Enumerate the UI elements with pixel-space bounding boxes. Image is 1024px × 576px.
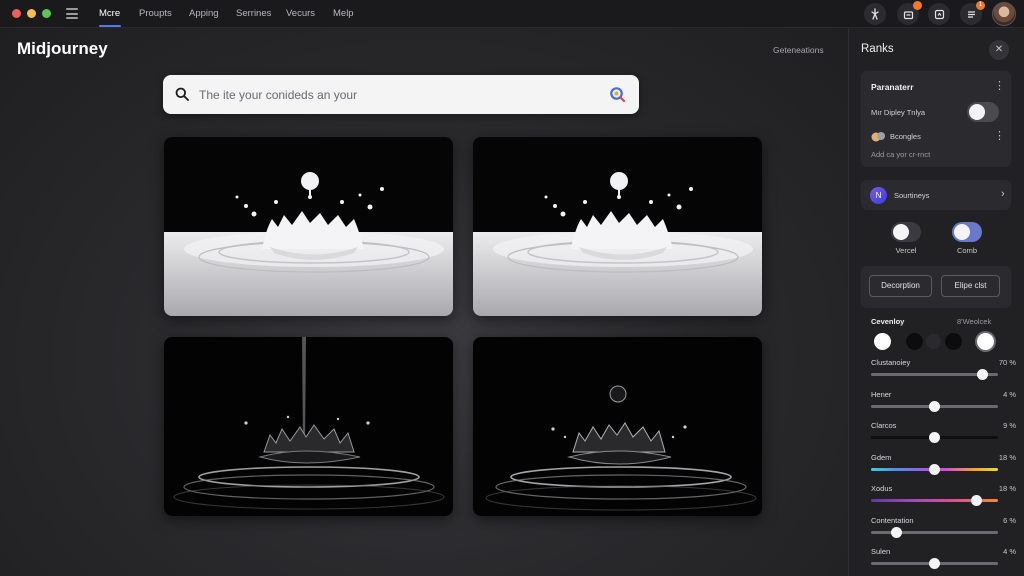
description-button[interactable]: Decorption [869,275,932,297]
avatar[interactable] [992,2,1016,26]
sources-label: Sourtineys [894,191,930,200]
tasks-badge: 1 [976,1,985,10]
image-tile-3[interactable] [164,337,453,516]
maximize-window-button[interactable] [42,9,51,18]
slider-label: Xodus [871,484,893,493]
active-tab-indicator [99,25,121,27]
slider-value: 4 % [1003,389,1016,399]
nav-item-2[interactable]: Apping [189,0,219,28]
search-icon [175,87,189,101]
nav-item-5[interactable]: Melp [333,0,354,28]
parameters-card: Paranaterr ⋮ Mır Dipley Tnlya Bcongles ⋮… [861,71,1011,167]
swatch-2[interactable] [906,333,923,350]
close-icon[interactable]: ✕ [989,40,1009,60]
minimize-window-button[interactable] [27,9,36,18]
close-window-button[interactable] [12,9,21,18]
slider-track[interactable] [871,432,998,443]
panel-title: Ranks [861,43,894,55]
slider-label: Sulen [871,547,891,556]
display-toggle[interactable] [967,102,999,122]
slider-thumb[interactable] [890,526,902,538]
swatch-3[interactable] [926,334,941,349]
color-section-title: Cevenloy [871,317,905,326]
slider-thumb[interactable] [970,495,982,506]
parameters-title: Paranaterr [871,82,914,92]
top-bar: Mcre Proupts Apping Serrines Vecurs Melp… [0,0,1024,28]
slider-label: Clarcos [871,421,897,430]
action-card: Decorption Elipe clst [861,266,1011,308]
search-input[interactable] [199,86,599,104]
sources-icon: N [870,187,887,204]
slider-value: 4 % [1003,547,1016,556]
bangles-label[interactable]: Bcongles [890,132,921,141]
slider-track[interactable] [871,558,998,569]
slider-thumb[interactable] [929,463,940,475]
generations-link[interactable]: Geteneations [773,45,824,55]
search-bar[interactable] [163,75,639,114]
tool-icon[interactable] [864,3,886,25]
slider-value: 6 % [1003,515,1016,525]
more-icon[interactable]: ⋮ [994,81,1005,92]
slider-track[interactable] [871,495,998,506]
slider-label: Gdem [871,452,892,462]
mode-label-vercel: Vercel [895,246,917,255]
mode-toggle-vercel[interactable] [891,222,921,242]
slider-value: 18 % [998,452,1016,462]
image-tile-4[interactable] [473,337,762,516]
mode-toggle-comb[interactable] [952,222,982,242]
slider-thumb[interactable] [929,558,940,569]
share-icon[interactable] [928,3,950,25]
right-panel: Ranks ✕ Paranaterr ⋮ Mır Dipley Tnlya Bc… [848,28,1024,576]
slider-track[interactable] [871,369,998,380]
mode-label-comb: Comb [956,246,977,255]
slider-track[interactable] [871,526,998,538]
ellipse-button[interactable]: Elipe clst [941,275,1000,297]
slider-label: Hener [871,389,892,399]
slider-label: Clustanoiey [871,358,911,367]
slider-track[interactable] [871,463,998,475]
slider-label: Contentation [871,515,914,525]
brand-title: Midjourney [17,39,108,58]
item-more-icon[interactable]: ⋮ [994,131,1005,142]
swatch-5[interactable] [977,333,994,350]
slider-value: 70 % [998,358,1016,367]
swatch-1[interactable] [874,333,891,350]
slider-track[interactable] [871,400,998,412]
nav-item-3[interactable]: Serrines [236,0,271,28]
nav-item-4[interactable]: Vecurs [286,0,315,28]
notification-icon[interactable] [897,1,922,25]
menu-icon[interactable] [66,8,78,19]
item-sub-label: Add ca yor cr-rnct [871,150,931,159]
swatch-4[interactable] [945,333,962,350]
tasks-icon[interactable]: 1 [960,1,985,25]
slider-value: 9 % [1003,421,1016,430]
bangles-icon [871,130,886,142]
main-area: Midjourney Geteneations [0,28,848,576]
slider-thumb[interactable] [929,400,940,412]
slider-value: 18 % [998,484,1016,493]
color-section-right: 8'Weolcek [957,317,992,326]
image-tile-1[interactable] [164,137,453,316]
nav-item-0[interactable]: Mcre [99,0,120,28]
notification-badge [913,1,922,10]
chevron-right-icon: › [1001,188,1005,200]
nav-item-1[interactable]: Proupts [139,0,172,28]
lens-icon[interactable] [609,86,626,103]
slider-thumb[interactable] [977,369,989,380]
sources-card[interactable]: N Sourtineys › [861,180,1011,210]
image-tile-2[interactable] [473,137,762,316]
toggle-label: Mır Dipley Tnlya [871,108,926,117]
slider-thumb[interactable] [929,432,940,443]
